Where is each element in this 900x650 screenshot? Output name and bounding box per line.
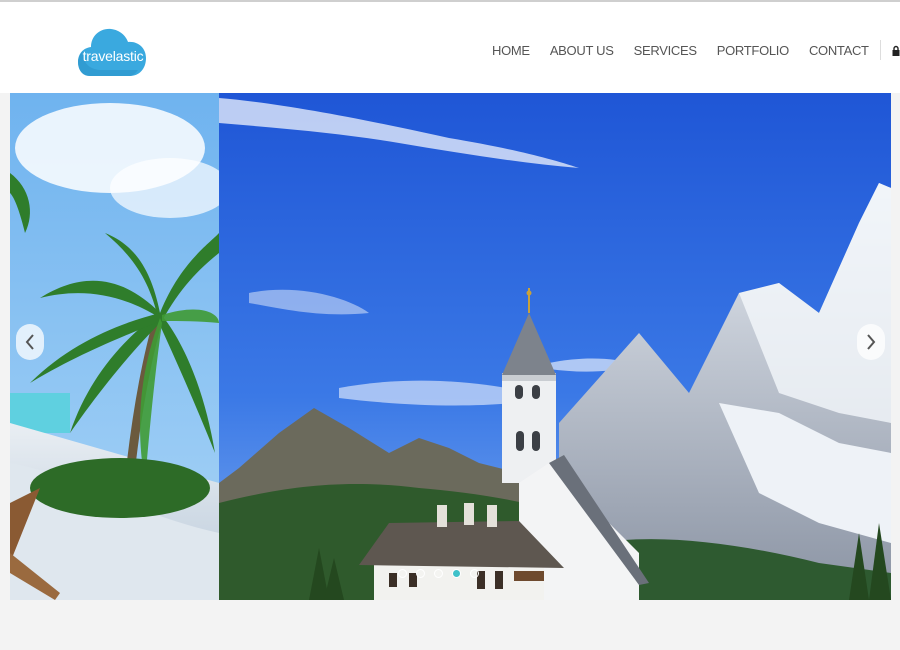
chevron-left-icon xyxy=(25,334,34,350)
slider-dot[interactable] xyxy=(434,569,443,578)
slider-next-button[interactable] xyxy=(857,324,885,360)
slider-pagination xyxy=(398,569,479,578)
slider-dot[interactable] xyxy=(470,569,479,578)
site-header: travelastic HOME ABOUT US SERVICES PORTF… xyxy=(0,2,900,93)
nav-home[interactable]: HOME xyxy=(492,43,530,58)
nav-contact[interactable]: CONTACT xyxy=(809,43,869,58)
image-slider xyxy=(10,93,891,600)
nav-portfolio[interactable]: PORTFOLIO xyxy=(717,43,789,58)
page-footer-area xyxy=(0,600,900,650)
slide-mountain-church-image xyxy=(219,93,891,600)
chevron-right-icon xyxy=(867,334,876,350)
site-logo[interactable]: travelastic xyxy=(78,18,148,78)
slider-prev-button[interactable] xyxy=(16,324,44,360)
nav-about-us[interactable]: ABOUT US xyxy=(550,43,614,58)
slider-dot[interactable] xyxy=(398,569,407,578)
logo-text: travelastic xyxy=(82,48,144,64)
slider-dot[interactable] xyxy=(416,569,425,578)
nav-services[interactable]: SERVICES xyxy=(634,43,697,58)
nav-divider xyxy=(879,40,881,60)
slider-dot-active[interactable] xyxy=(452,569,461,578)
main-nav: HOME ABOUT US SERVICES PORTFOLIO CONTACT xyxy=(492,40,900,60)
lock-icon[interactable] xyxy=(891,44,900,56)
